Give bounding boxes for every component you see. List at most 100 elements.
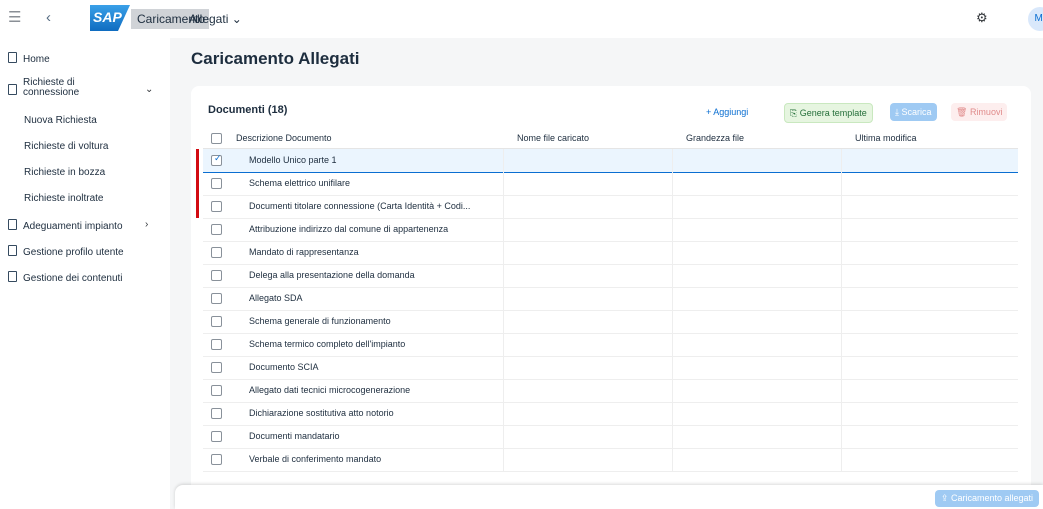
column-divider xyxy=(503,379,504,402)
column-divider xyxy=(672,356,673,379)
column-divider xyxy=(672,333,673,356)
document-icon xyxy=(8,52,17,63)
table-row[interactable]: Mandato di rappresentanza xyxy=(203,241,1018,265)
download-button[interactable]: ⤓ Scarica xyxy=(890,103,937,121)
footer-bar: ⇪ Caricamento allegati xyxy=(175,485,1043,509)
column-header-nome-file[interactable]: Nome file caricato xyxy=(517,133,589,143)
row-checkbox[interactable] xyxy=(211,385,222,396)
column-divider xyxy=(672,264,673,287)
column-divider xyxy=(672,448,673,471)
back-chevron-icon[interactable]: ‹ xyxy=(46,9,51,27)
row-description: Documenti mandatario xyxy=(249,431,340,441)
upload-icon: ⇪ xyxy=(940,493,951,503)
sidebar-item-gestione-profilo[interactable]: Gestione profilo utente xyxy=(8,245,124,258)
upload-attachments-button[interactable]: ⇪ Caricamento allegati xyxy=(934,490,1039,507)
column-divider xyxy=(503,241,504,264)
sidebar-item-richieste-voltura[interactable]: Richieste di voltura xyxy=(24,141,108,152)
row-checkbox[interactable] xyxy=(211,408,222,419)
document-icon xyxy=(8,84,17,95)
table-row[interactable]: Documento SCIA xyxy=(203,356,1018,380)
sidebar-item-gestione-contenuti[interactable]: Gestione dei contenuti xyxy=(8,271,123,284)
row-checkbox[interactable] xyxy=(211,293,222,304)
row-checkbox[interactable] xyxy=(211,362,222,373)
table-row[interactable]: ✓ Modello Unico parte 1 xyxy=(196,149,1018,173)
row-checkbox[interactable] xyxy=(211,270,222,281)
chevron-down-icon[interactable]: ⌄ xyxy=(145,84,153,95)
table-row[interactable]: Verbale di conferimento mandato xyxy=(203,448,1018,472)
generate-template-label: Genera template xyxy=(799,108,867,118)
column-divider xyxy=(672,402,673,425)
sidebar-item-label: Home xyxy=(23,54,50,65)
column-divider xyxy=(503,287,504,310)
column-divider xyxy=(841,241,842,264)
hamburger-menu-icon[interactable]: ☰ xyxy=(8,9,22,27)
column-divider xyxy=(672,195,673,218)
row-status-marker xyxy=(196,149,199,172)
table-row[interactable]: Allegato dati tecnici microcogenerazione xyxy=(203,379,1018,403)
document-icon xyxy=(8,219,17,230)
column-divider xyxy=(841,310,842,333)
row-description: Allegato SDA xyxy=(249,293,303,303)
sidebar-item-richieste-bozza[interactable]: Richieste in bozza xyxy=(24,167,105,178)
column-header-descrizione[interactable]: Descrizione Documento xyxy=(236,133,332,143)
sidebar-item-home[interactable]: Home xyxy=(8,52,50,65)
column-divider xyxy=(672,241,673,264)
row-description: Documento SCIA xyxy=(249,362,319,372)
user-avatar[interactable]: MI xyxy=(1028,7,1043,31)
table-row[interactable]: Dichiarazione sostitutiva atto notorio xyxy=(203,402,1018,426)
sidebar-item-label: Gestione dei contenuti xyxy=(23,273,123,284)
row-checkbox[interactable] xyxy=(211,316,222,327)
remove-label: Rimuovi xyxy=(969,107,1003,117)
table-row[interactable]: Delega alla presentazione della domanda xyxy=(203,264,1018,288)
row-description: Allegato dati tecnici microcogenerazione xyxy=(249,385,411,395)
column-divider xyxy=(503,448,504,471)
checkmark-icon: ✓ xyxy=(214,153,222,163)
row-checkbox[interactable] xyxy=(211,224,222,235)
table-row[interactable]: Schema termico completo dell'impianto xyxy=(203,333,1018,357)
table-row[interactable]: Attribuzione indirizzo dal comune di app… xyxy=(203,218,1018,242)
column-header-ultima-modifica[interactable]: Ultima modifica xyxy=(855,133,917,143)
remove-button[interactable]: 🗑 Rimuovi xyxy=(951,103,1008,121)
table-row[interactable]: Documenti titolare connessione (Carta Id… xyxy=(196,195,1018,219)
row-checkbox[interactable] xyxy=(211,454,222,465)
column-divider xyxy=(841,333,842,356)
row-description: Modello Unico parte 1 xyxy=(249,155,337,165)
column-divider xyxy=(672,149,673,172)
column-divider xyxy=(841,287,842,310)
side-navigation: Home Richieste di connessione ⌄ Nuova Ri… xyxy=(0,38,170,509)
table-row[interactable]: Allegato SDA xyxy=(203,287,1018,311)
column-divider xyxy=(503,402,504,425)
add-button[interactable]: + Aggiungi xyxy=(701,103,753,121)
row-checkbox[interactable] xyxy=(211,201,222,212)
column-divider xyxy=(672,379,673,402)
column-header-grandezza[interactable]: Grandezza file xyxy=(686,133,744,143)
row-checkbox[interactable] xyxy=(211,431,222,442)
row-checkbox[interactable] xyxy=(211,178,222,189)
sidebar-item-label: Adeguamenti impianto xyxy=(23,221,123,232)
sidebar-item-adeguamenti-impianto[interactable]: Adeguamenti impianto xyxy=(8,219,123,232)
row-checkbox[interactable] xyxy=(211,339,222,350)
column-divider xyxy=(841,425,842,448)
sidebar-item-richieste-inoltrate[interactable]: Richieste inoltrate xyxy=(24,193,103,204)
documents-panel: Documenti (18) + Aggiungi ⎘ Genera templ… xyxy=(191,86,1031,509)
row-checkbox[interactable]: ✓ xyxy=(211,153,222,166)
table-row[interactable]: Schema generale di funzionamento xyxy=(203,310,1018,334)
chevron-right-icon[interactable]: › xyxy=(145,219,148,230)
sap-logo: SAP xyxy=(90,5,130,31)
sidebar-item-nuova-richiesta[interactable]: Nuova Richiesta xyxy=(24,115,97,126)
page-title: Caricamento Allegati xyxy=(191,49,360,68)
generate-template-button[interactable]: ⎘ Genera template xyxy=(784,103,873,123)
sidebar-item-label: Gestione profilo utente xyxy=(23,247,124,258)
column-divider xyxy=(503,172,504,195)
upload-attachments-label: Caricamento allegati xyxy=(950,493,1033,503)
settings-gear-icon[interactable]: ⚙ xyxy=(976,10,988,26)
row-status-marker xyxy=(196,195,199,218)
sidebar-item-richieste-connessione[interactable]: Richieste di connessione xyxy=(8,78,79,98)
template-icon: ⎘ xyxy=(790,108,800,118)
row-checkbox[interactable] xyxy=(211,247,222,258)
column-divider xyxy=(672,425,673,448)
select-all-checkbox[interactable] xyxy=(211,133,222,144)
table-row[interactable]: Documenti mandatario xyxy=(203,425,1018,449)
app-title-menu[interactable]: Allegati ⌄ xyxy=(189,9,242,29)
table-row[interactable]: Schema elettrico unifilare xyxy=(196,172,1018,196)
